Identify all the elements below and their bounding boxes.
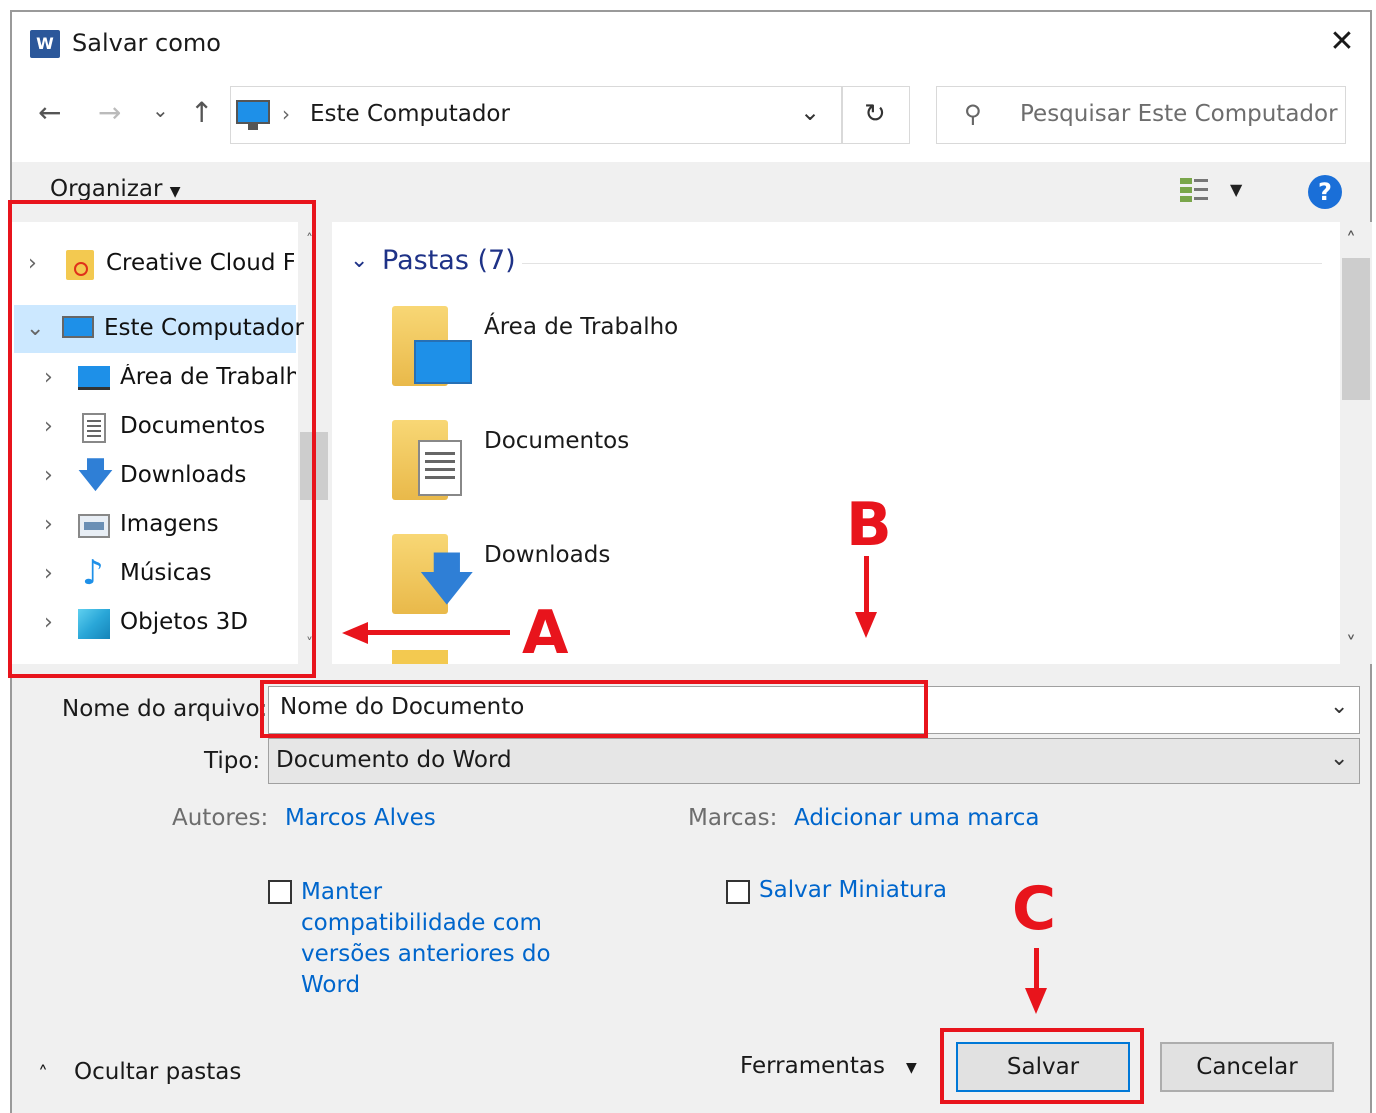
dialog-title: Salvar como <box>72 29 221 57</box>
compatibility-label[interactable]: Manter compatibilidade com versões anter… <box>301 877 551 1001</box>
tools-dropdown-icon[interactable]: ▼ <box>906 1060 917 1076</box>
chevron-down-icon: ▼ <box>169 184 181 200</box>
group-title[interactable]: Pastas (7) <box>382 245 516 276</box>
annotation-letter-c: C <box>1012 874 1057 944</box>
word-app-icon: W <box>30 30 60 58</box>
folder-icon <box>392 650 448 664</box>
address-dropdown-icon[interactable]: ⌄ <box>800 98 820 126</box>
annotation-arrow-a-shaft <box>366 630 510 635</box>
file-list-pane <box>330 222 1340 664</box>
file-list-scroll-thumb[interactable] <box>1342 258 1370 400</box>
breadcrumb-separator-icon: › <box>282 102 290 126</box>
compat-line: Manter <box>301 879 383 905</box>
group-collapse-icon[interactable]: ⌄ <box>350 248 368 273</box>
folder-desktop[interactable]: Área de Trabalho <box>484 314 678 340</box>
computer-icon-stand <box>248 124 258 130</box>
documents-icon <box>418 440 462 496</box>
thumbnail-checkbox[interactable] <box>726 880 750 904</box>
recent-locations-icon[interactable]: ⌄ <box>152 98 169 122</box>
annotation-arrow-b-shaft <box>864 556 869 614</box>
compatibility-checkbox[interactable] <box>268 880 292 904</box>
compat-line: Word <box>301 972 361 998</box>
organize-label: Organizar <box>50 176 163 202</box>
type-value[interactable]: Documento do Word <box>276 747 512 773</box>
annotation-arrow-c-head <box>1025 988 1047 1014</box>
annotation-box-navigation <box>8 200 316 678</box>
forward-icon[interactable]: → <box>98 96 121 129</box>
hide-folders-button[interactable]: Ocultar pastas <box>74 1059 241 1085</box>
annotation-box-save <box>940 1028 1144 1104</box>
compat-line: compatibilidade com <box>301 910 542 936</box>
up-icon[interactable]: ↑ <box>190 96 213 129</box>
close-icon[interactable]: ✕ <box>1322 22 1362 62</box>
tags-link[interactable]: Adicionar uma marca <box>794 805 1039 831</box>
search-icon: ⚲ <box>964 100 982 128</box>
view-dropdown-icon[interactable]: ▼ <box>1230 180 1242 199</box>
annotation-arrow-c-shaft <box>1034 948 1039 990</box>
folder-documents[interactable]: Documentos <box>484 428 629 454</box>
downloads-icon: 🡇 <box>418 547 476 612</box>
search-input[interactable]: Pesquisar Este Computador <box>1020 101 1338 127</box>
annotation-letter-b: B <box>846 490 892 560</box>
tags-label: Marcas: <box>688 805 778 831</box>
folder-downloads[interactable]: Downloads <box>484 542 610 568</box>
filename-dropdown-icon[interactable]: ⌄ <box>1330 694 1348 719</box>
organize-menu[interactable]: Organizar ▼ <box>50 176 181 202</box>
help-icon[interactable]: ? <box>1308 175 1342 209</box>
type-label: Tipo: <box>204 748 261 774</box>
annotation-arrow-b-head <box>855 612 877 638</box>
authors-link[interactable]: Marcos Alves <box>285 805 436 831</box>
computer-icon <box>236 100 270 124</box>
thumbnail-label[interactable]: Salvar Miniatura <box>759 877 947 903</box>
scroll-up-icon[interactable]: ˄ <box>1346 228 1356 252</box>
address-text[interactable]: Este Computador <box>310 101 510 127</box>
type-dropdown-icon[interactable]: ⌄ <box>1330 746 1348 771</box>
annotation-box-filename <box>260 680 928 738</box>
refresh-icon[interactable]: ↻ <box>864 99 886 129</box>
cancel-button[interactable]: Cancelar <box>1160 1042 1334 1092</box>
chevron-up-icon[interactable]: ˄ <box>38 1062 48 1086</box>
desktop-icon <box>414 340 472 384</box>
compat-line: versões anteriores do <box>301 941 551 967</box>
back-icon[interactable]: ← <box>38 96 61 129</box>
scroll-down-icon[interactable]: ˅ <box>1346 632 1356 656</box>
authors-label: Autores: <box>172 805 269 831</box>
group-divider <box>522 263 1322 264</box>
annotation-arrow-a-head <box>342 622 368 644</box>
tools-menu[interactable]: Ferramentas <box>740 1053 885 1079</box>
annotation-letter-a: A <box>522 598 569 668</box>
view-options-icon[interactable] <box>1180 176 1210 204</box>
filename-label: Nome do arquivo: <box>62 696 268 722</box>
